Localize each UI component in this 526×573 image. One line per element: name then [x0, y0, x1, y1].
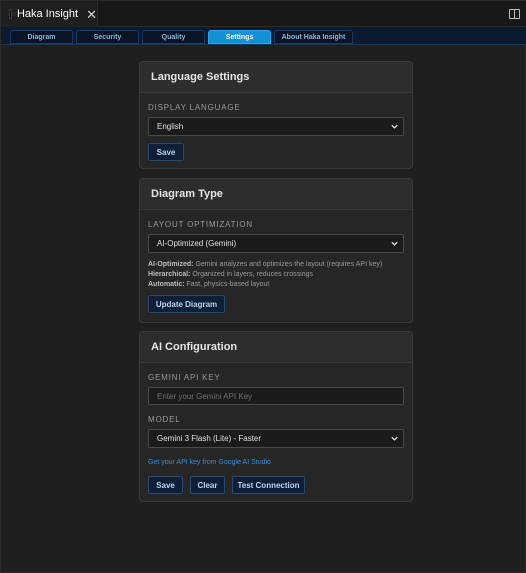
layout-optimization-value: AI-Optimized (Gemini) — [157, 239, 237, 248]
model-select[interactable]: Gemini 3 Flash (Lite) - Faster — [148, 429, 404, 448]
editor-tab[interactable]: Haka Insight ✕ — [1, 1, 98, 27]
diagram-type-title: Diagram Type — [140, 179, 412, 210]
desc-term: Hierarchical: — [148, 271, 191, 278]
tab-security[interactable]: Security — [76, 30, 139, 44]
desc-term: Automatic: — [148, 281, 185, 288]
language-settings-title: Language Settings — [140, 62, 412, 93]
ai-save-button[interactable]: Save — [148, 476, 183, 494]
model-value: Gemini 3 Flash (Lite) - Faster — [157, 434, 262, 443]
desc-text: Gemini analyzes and optimizes the layout… — [193, 261, 383, 268]
clear-button[interactable]: Clear — [190, 476, 225, 494]
display-language-value: English — [157, 122, 184, 131]
desc-text: Fast, physics-based layout — [184, 281, 270, 288]
display-language-select[interactable]: English — [148, 117, 404, 136]
layout-optimization-select[interactable]: AI-Optimized (Gemini) — [148, 234, 404, 253]
app-icon — [9, 9, 16, 19]
gemini-api-key-input[interactable]: Enter your Gemini API Key — [148, 387, 404, 405]
layout-description: AI-Optimized: Gemini analyzes and optimi… — [148, 260, 410, 290]
chevron-down-icon — [391, 124, 398, 129]
ai-configuration-panel: AI Configuration GEMINI API KEY Enter yo… — [139, 331, 413, 502]
diagram-type-panel: Diagram Type LAYOUT OPTIMIZATION AI-Opti… — [139, 178, 413, 323]
title-bar: Haka Insight ✕ — [1, 1, 526, 27]
tab-settings[interactable]: Settings — [208, 30, 271, 44]
nav-tab-bar: Diagram Security Quality Settings About … — [1, 27, 526, 45]
update-diagram-button[interactable]: Update Diagram — [148, 295, 225, 313]
split-editor-icon[interactable] — [509, 9, 520, 19]
layout-optimization-label: LAYOUT OPTIMIZATION — [148, 220, 253, 229]
desc-term: AI-Optimized: — [148, 261, 194, 268]
get-api-key-link[interactable]: Get your API key from Google AI Studio — [148, 459, 271, 466]
test-connection-button[interactable]: Test Connection — [232, 476, 305, 494]
chevron-down-icon — [391, 436, 398, 441]
tab-diagram[interactable]: Diagram — [10, 30, 73, 44]
tab-quality[interactable]: Quality — [142, 30, 205, 44]
tab-about[interactable]: About Haka Insight — [274, 30, 353, 44]
gemini-api-key-label: GEMINI API KEY — [148, 373, 221, 382]
model-label: MODEL — [148, 415, 181, 424]
close-icon[interactable]: ✕ — [86, 8, 97, 21]
language-save-button[interactable]: Save — [148, 143, 184, 161]
ai-configuration-title: AI Configuration — [140, 332, 412, 363]
desc-text: Organized in layers, reduces crossings — [190, 271, 313, 278]
api-key-placeholder: Enter your Gemini API Key — [157, 391, 253, 401]
display-language-label: DISPLAY LANGUAGE — [148, 103, 241, 112]
chevron-down-icon — [391, 241, 398, 246]
language-settings-panel: Language Settings DISPLAY LANGUAGE Engli… — [139, 61, 413, 169]
editor-tab-title: Haka Insight — [16, 8, 79, 20]
app-window: Haka Insight ✕ Diagram Security Quality … — [0, 0, 526, 573]
